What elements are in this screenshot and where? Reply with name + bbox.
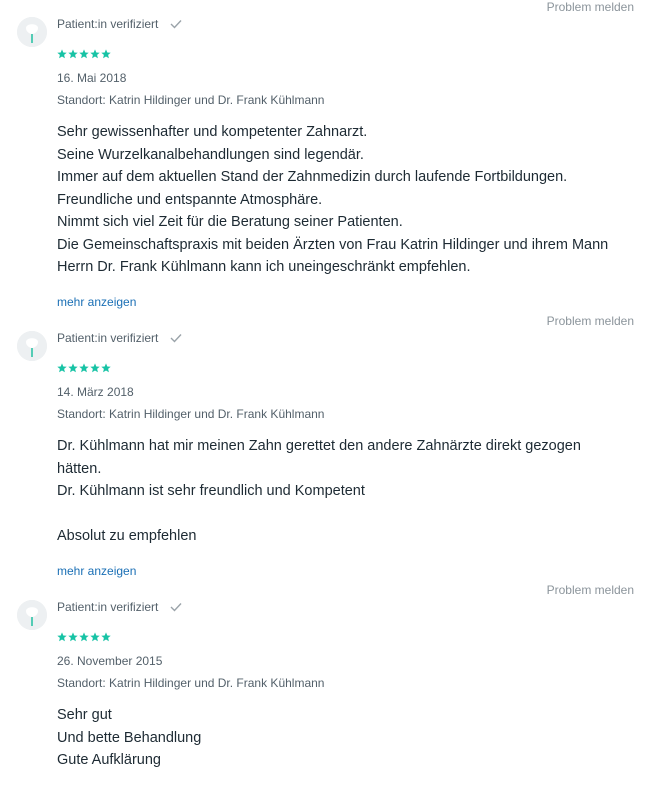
star-icon xyxy=(68,49,78,59)
star-rating xyxy=(57,49,111,61)
review-text-line: Und bette Behandlung xyxy=(57,729,202,746)
star-rating xyxy=(57,632,111,644)
review-text-line: Dr. Kühlmann hat mir meinen Zahn gerette… xyxy=(57,438,581,454)
verified-label: Patient:in verifiziert xyxy=(57,331,159,345)
tooth-avatar-icon xyxy=(17,17,47,47)
review-text-line: Dr. Kühlmann ist sehr freundlich und Kom… xyxy=(57,483,365,499)
star-icon xyxy=(57,49,67,59)
report-problem-link[interactable]: Problem melden xyxy=(547,583,634,597)
review-text-line: Seine Wurzelkanalbehandlungen sind legen… xyxy=(57,146,364,163)
review-text-line xyxy=(57,503,637,526)
review-card: Problem melden Patient:in verifiziert 14… xyxy=(0,314,652,584)
star-icon xyxy=(68,632,78,642)
report-problem-link[interactable]: Problem melden xyxy=(547,0,634,14)
check-icon xyxy=(170,334,182,343)
star-icon xyxy=(101,49,111,59)
verified-label: Patient:in verifiziert xyxy=(57,17,159,31)
review-text-line: Herrn Dr. Frank Kühlmann kann ich uneing… xyxy=(57,259,471,275)
review-card: Problem melden Patient:in verifiziert 26… xyxy=(0,583,652,785)
review-location: Standort: Katrin Hildinger und Dr. Frank… xyxy=(57,93,325,107)
show-more-link[interactable]: mehr anzeigen xyxy=(57,295,136,309)
review-text-line: Freundliche und entspannte Atmosphäre. xyxy=(57,191,323,208)
review-text-line: hätten. xyxy=(57,460,102,477)
star-icon xyxy=(57,632,67,642)
report-problem-link[interactable]: Problem melden xyxy=(547,314,634,328)
show-more-link[interactable]: mehr anzeigen xyxy=(57,564,136,578)
review-text: Dr. Kühlmann hat mir meinen Zahn gerette… xyxy=(57,435,637,548)
star-icon xyxy=(101,363,111,373)
star-icon xyxy=(79,363,89,373)
check-icon xyxy=(170,20,182,29)
star-rating xyxy=(57,363,111,375)
review-date: 16. Mai 2018 xyxy=(57,71,127,85)
star-icon xyxy=(57,363,67,373)
review-text-line: Sehr gut xyxy=(57,707,112,723)
avatar xyxy=(17,600,47,630)
star-icon xyxy=(90,49,100,59)
review-date: 14. März 2018 xyxy=(57,385,134,399)
star-icon xyxy=(90,363,100,373)
verified-badge: Patient:in verifiziert xyxy=(57,17,182,31)
review-text: Sehr gut Und bette Behandlung Gute Aufkl… xyxy=(57,704,637,772)
star-icon xyxy=(79,632,89,642)
verified-badge: Patient:in verifiziert xyxy=(57,600,182,614)
avatar xyxy=(17,331,47,361)
tooth-avatar-icon xyxy=(17,331,47,361)
review-text-line: Gute Aufklärung xyxy=(57,752,161,768)
review-text-line: Sehr gewissenhafter und kompetenter Zahn… xyxy=(57,124,368,140)
star-icon xyxy=(101,632,111,642)
review-date: 26. November 2015 xyxy=(57,654,163,668)
avatar xyxy=(17,17,47,47)
review-text-line: Die Gemeinschaftspraxis mit beiden Ärzte… xyxy=(57,236,609,253)
star-icon xyxy=(90,632,100,642)
star-icon xyxy=(68,363,78,373)
star-icon xyxy=(79,49,89,59)
review-location: Standort: Katrin Hildinger und Dr. Frank… xyxy=(57,676,325,690)
review-text-line: Immer auf dem aktuellen Stand der Zahnme… xyxy=(57,169,568,185)
verified-label: Patient:in verifiziert xyxy=(57,600,159,614)
review-location: Standort: Katrin Hildinger und Dr. Frank… xyxy=(57,407,325,421)
review-text-line: Absolut zu empfehlen xyxy=(57,528,197,544)
check-icon xyxy=(170,603,182,612)
review-text: Sehr gewissenhafter und kompetenter Zahn… xyxy=(57,121,637,279)
review-card: Problem melden Patient:in verifiziert 16… xyxy=(0,0,652,314)
review-text-line: Nimmt sich viel Zeit für die Beratung se… xyxy=(57,214,403,230)
verified-badge: Patient:in verifiziert xyxy=(57,331,182,345)
tooth-avatar-icon xyxy=(17,600,47,630)
